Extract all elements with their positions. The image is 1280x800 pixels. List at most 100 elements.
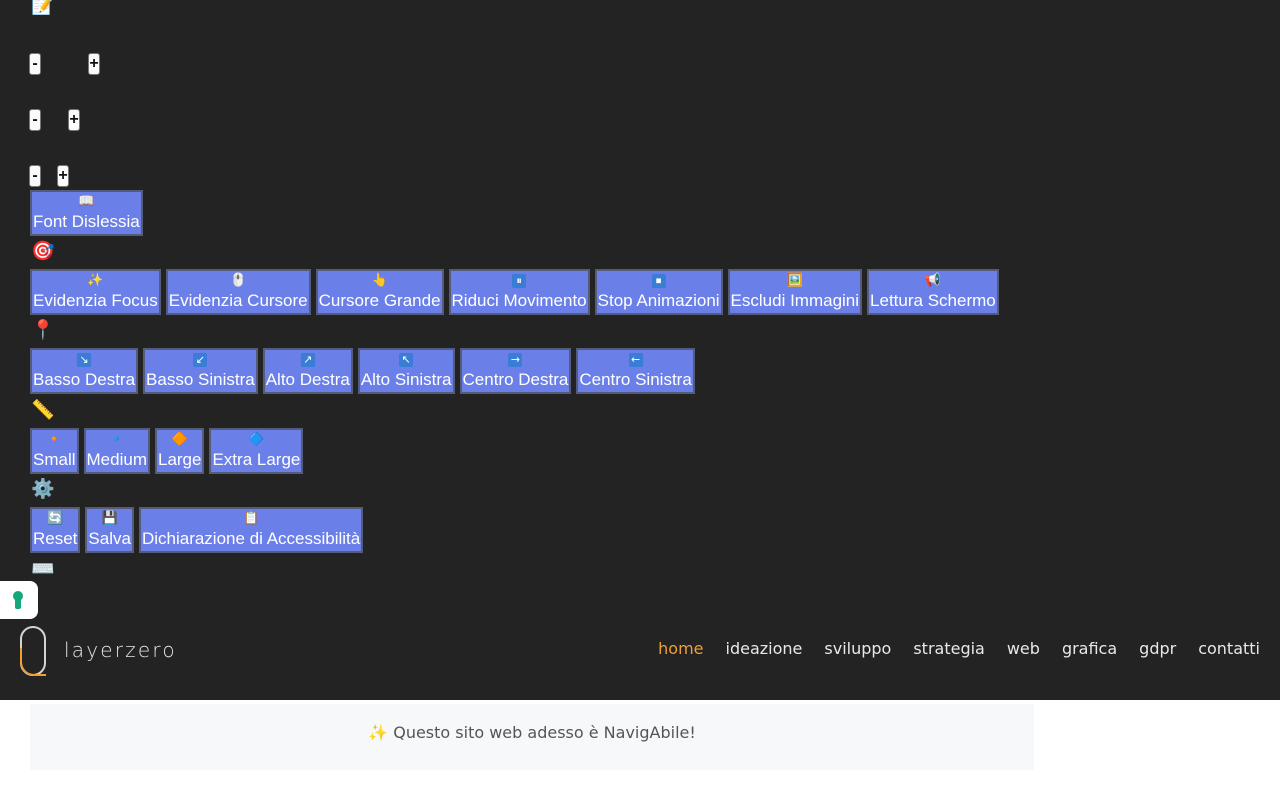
reduce-motion-label: Riduci Movimento [451,291,587,310]
letter-spacing-decrease-button[interactable]: - [29,165,41,187]
arrow-right-icon: → [508,351,523,369]
stop-animations-button[interactable]: ⏹ Stop Animazioni [594,269,723,315]
target-icon: 🎯 [31,240,55,262]
size-label: Small [33,450,76,469]
size-large-button[interactable]: 🔶 Large [154,428,205,474]
arrow-up-right-icon: ↗ [300,351,315,369]
megaphone-icon: 📢 [924,273,941,288]
position-label: Basso Sinistra [146,370,255,389]
position-label: Alto Sinistra [360,370,452,389]
big-cursor-button[interactable]: 👆 Cursore Grande [315,269,444,315]
arrow-glyph: ↖ [399,353,414,367]
main-menu: home ideazione sviluppo strategia web gr… [658,639,1260,658]
highlight-focus-label: Evidenzia Focus [33,291,158,310]
arrow-glyph: → [508,353,523,367]
navigabile-notice: ✨ Questo sito web adesso è NavigAbile! [30,704,1034,770]
arrow-glyph: ↗ [300,353,315,367]
gear-icon: ⚙️ [31,478,55,500]
book-icon: 📖 [78,194,95,209]
refresh-icon: 🔄 [47,511,64,526]
accessibility-panel: 📝 - + - + - + 📖 Font Dislessia 🎯 ✨ Evide… [0,0,1280,700]
accessibility-toggle-button[interactable] [0,581,38,619]
floppy-disk-icon: 💾 [101,511,118,526]
letter-spacing-increase-button[interactable]: + [57,165,69,187]
arrow-up-left-icon: ↖ [399,351,414,369]
position-label: Centro Destra [462,370,569,389]
small-diamond-icon: 🔸 [46,432,63,447]
exclude-images-button[interactable]: 🖼️ Escludi Immagini [727,269,863,315]
position-label: Centro Sinistra [579,370,692,389]
picture-icon: 🖼️ [786,273,803,288]
line-height-decrease-button[interactable]: - [29,109,41,131]
accessibility-statement-label: Dichiarazione di Accessibilità [141,529,361,548]
accessibility-statement-button[interactable]: 📋 Dichiarazione di Accessibilità [138,507,364,553]
nav-link-ideazione[interactable]: ideazione [726,639,803,658]
arrow-left-icon: ← [628,351,643,369]
nav-link-contatti[interactable]: contatti [1198,639,1260,658]
position-top-right-button[interactable]: ↗ Alto Destra [262,348,353,394]
size-label: Large [157,450,202,469]
large-diamond-icon: 🔶 [171,432,188,447]
font-size-decrease-button[interactable]: - [29,53,41,75]
size-label: Medium [86,450,147,469]
stop-icon: ⏹ [651,272,666,290]
arrow-down-right-icon: ↘ [77,351,92,369]
position-center-right-button[interactable]: → Centro Destra [459,348,572,394]
text-section-icon: 📝 [31,0,55,16]
screen-reader-label: Lettura Schermo [870,291,996,310]
positions-row: ↘ Basso Destra ↙ Basso Sinistra ↗ Alto D… [30,348,695,394]
highlight-cursor-button[interactable]: 🖱️ Evidenzia Cursore [165,269,311,315]
medium-diamond-icon: 🔹 [108,432,125,447]
screen-reader-button[interactable]: 📢 Lettura Schermo [867,269,999,315]
nav-link-gdpr[interactable]: gdpr [1139,639,1176,658]
position-label: Basso Destra [33,370,136,389]
arrow-glyph: ↘ [77,353,92,367]
position-bottom-left-button[interactable]: ↙ Basso Sinistra [143,348,258,394]
nav-link-web[interactable]: web [1007,639,1040,658]
sizes-row: 🔸 Small 🔹 Medium 🔶 Large 🔷 Extra Large [30,428,304,474]
page-content: ✨ Questo sito web adesso è NavigAbile! [0,700,1280,800]
arrow-down-left-icon: ↙ [193,351,208,369]
nav-link-sviluppo[interactable]: sviluppo [824,639,891,658]
clipboard-icon: 📋 [243,511,260,526]
ruler-icon: 📏 [31,399,55,421]
size-medium-button[interactable]: 🔹 Medium [83,428,150,474]
mouse-icon: 🖱️ [230,273,247,288]
reset-button[interactable]: 🔄 Reset [30,507,81,553]
size-small-button[interactable]: 🔸 Small [30,428,79,474]
site-navbar: layerzero home ideazione sviluppo strate… [0,620,1280,700]
dyslexia-font-label: Font Dislessia [33,212,140,231]
nav-link-home[interactable]: home [658,639,703,658]
actions-row: 🔄 Reset 💾 Salva 📋 Dichiarazione di Acces… [30,507,364,553]
arrow-glyph: ↙ [193,353,208,367]
font-size-increase-button[interactable]: + [88,53,100,75]
pointer-hand-icon: 👆 [371,273,388,288]
big-cursor-label: Cursore Grande [318,291,441,310]
features-row: ✨ Evidenzia Focus 🖱️ Evidenzia Cursore 👆… [30,269,999,315]
exclude-images-label: Escludi Immagini [730,291,860,310]
position-center-left-button[interactable]: ← Centro Sinistra [576,348,695,394]
keyhole-icon [13,591,23,609]
stop-glyph: ⏹ [651,274,666,288]
line-height-increase-button[interactable]: + [68,109,80,131]
arrow-glyph: ← [628,353,643,367]
nav-link-grafica[interactable]: grafica [1062,639,1117,658]
position-top-left-button[interactable]: ↖ Alto Sinistra [357,348,455,394]
sparkles-icon: ✨ [87,273,104,288]
size-extra-large-button[interactable]: 🔷 Extra Large [209,428,304,474]
keyboard-icon: ⌨️ [31,558,55,580]
dyslexia-font-button[interactable]: 📖 Font Dislessia [30,190,143,236]
reset-label: Reset [33,529,78,548]
save-button[interactable]: 💾 Salva [85,507,134,553]
highlight-focus-button[interactable]: ✨ Evidenzia Focus [30,269,161,315]
position-bottom-right-button[interactable]: ↘ Basso Destra [30,348,139,394]
pause-glyph: ⏸ [512,274,527,288]
nav-link-strategia[interactable]: strategia [913,639,985,658]
logo-icon[interactable] [20,626,46,676]
size-label: Extra Large [212,450,301,469]
extra-large-diamond-icon: 🔷 [248,432,265,447]
highlight-cursor-label: Evidenzia Cursore [168,291,308,310]
reduce-motion-button[interactable]: ⏸ Riduci Movimento [448,269,590,315]
position-label: Alto Destra [265,370,350,389]
brand-name[interactable]: layerzero [64,638,177,662]
